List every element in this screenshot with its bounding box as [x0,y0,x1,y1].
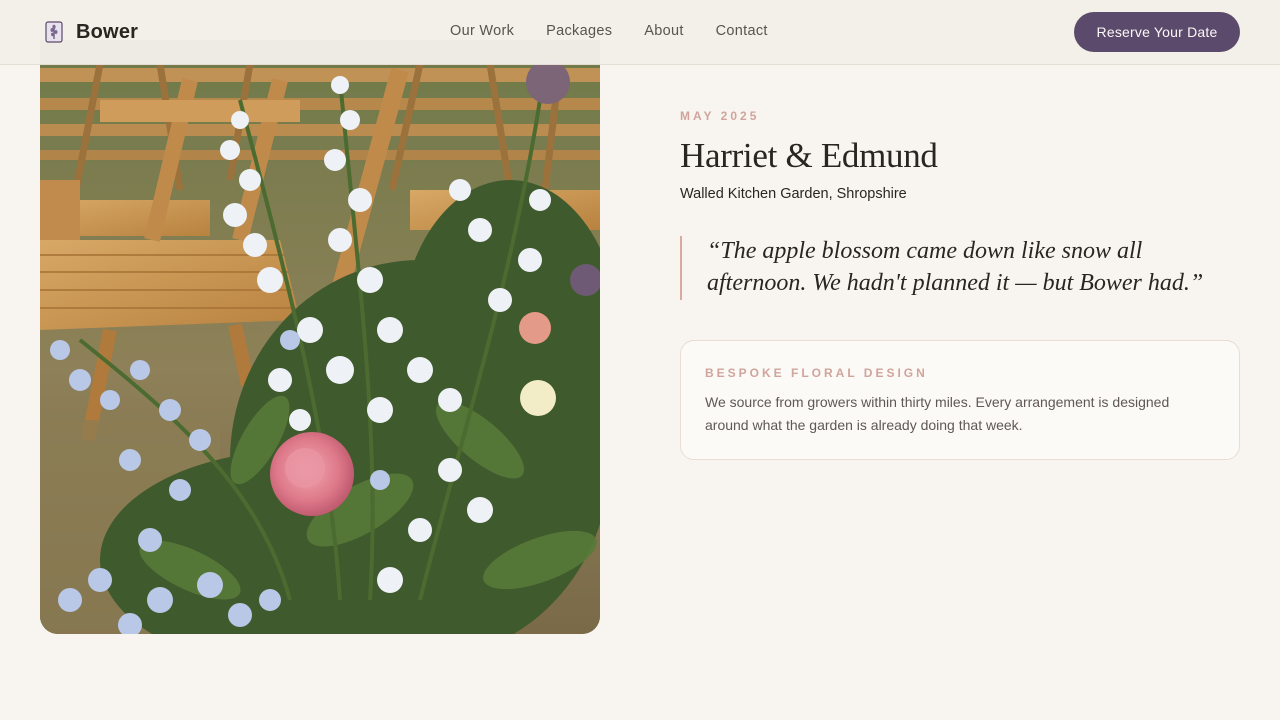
venue-name: Walled Kitchen Garden, Shropshire [680,186,907,202]
nav-about[interactable]: About [644,23,683,39]
quote-text: “The apple blossom came down like snow a… [707,238,1204,296]
couple-names: Harriet & Edmund [680,136,938,175]
nav-packages[interactable]: Packages [546,23,612,39]
lavender-sprig-icon [45,21,63,43]
nav-our-work[interactable]: Our Work [450,23,514,39]
site-header: Bower Our Work Packages About Contact Re… [0,0,1280,65]
feature-card-title: BESPOKE FLORAL DESIGN [705,366,928,380]
brand-name: Bower [76,20,139,43]
nav-contact[interactable]: Contact [716,23,768,39]
wedding-date: MAY 2025 [680,109,760,123]
wedding-photo [40,40,600,634]
feature-card: BESPOKE FLORAL DESIGN We source from gro… [680,340,1240,460]
feature-card-body: We source from growers within thirty mil… [705,394,1170,433]
reserve-date-button[interactable]: Reserve Your Date [1074,12,1240,52]
main-nav: Our Work Packages About Contact [450,23,800,39]
brand-logo[interactable]: Bower [44,20,138,44]
testimonial-quote: “The apple blossom came down like snow a… [680,236,1240,300]
